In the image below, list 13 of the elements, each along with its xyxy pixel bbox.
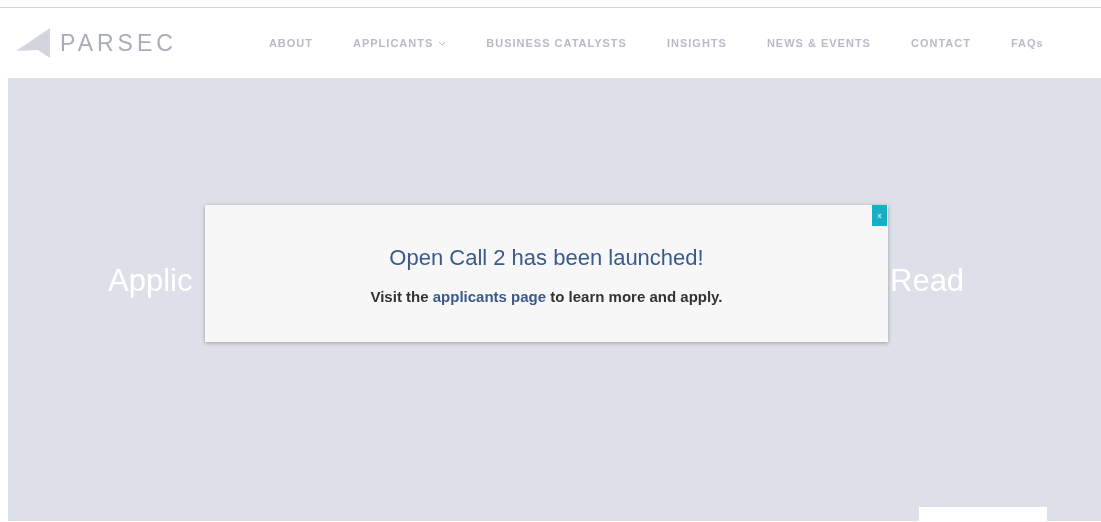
nav-link[interactable]: ABOUT [268,34,313,52]
nav-link[interactable]: FAQs [1010,34,1044,52]
nav-link[interactable]: BUSINESS CATALYSTS [486,34,627,52]
modal-title: Open Call 2 has been launched! [389,244,704,272]
close-button[interactable]: x [872,205,887,226]
modal-message: Visit the applicants page to learn more and apply. [370,287,723,307]
nav-link[interactable]: APPLICANTS [353,34,447,52]
nav-link[interactable]: INSIGHTS [666,34,727,52]
applicants-link[interactable]: applicants page [432,288,547,305]
nav-link[interactable]: CONTACT [910,34,971,52]
logo-icon [16,26,52,60]
logo-text: PARSEC [60,28,177,58]
nav-link[interactable]: NEWS & EVENTS [766,34,871,52]
